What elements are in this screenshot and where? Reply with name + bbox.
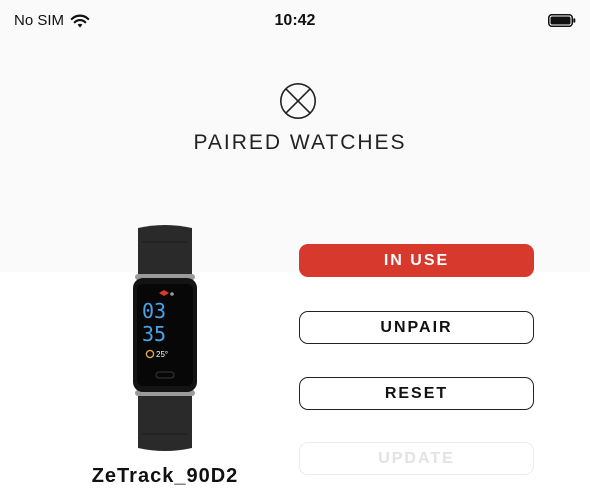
unpair-button[interactable]: UNPAIR bbox=[299, 311, 534, 344]
close-circle-icon[interactable] bbox=[279, 82, 317, 120]
update-button: UPDATE bbox=[299, 442, 534, 475]
status-time: 10:42 bbox=[274, 12, 316, 29]
in-use-button[interactable]: IN USE bbox=[299, 244, 534, 277]
watch-image: 03 35 25° bbox=[133, 225, 197, 451]
watch-temperature: 25° bbox=[156, 350, 168, 359]
device-name: ZeTrack_90D2 bbox=[91, 465, 239, 487]
status-bar: No SIM 10:42 bbox=[0, 0, 590, 44]
reset-button[interactable]: RESET bbox=[299, 377, 534, 410]
battery-icon bbox=[548, 14, 576, 27]
watch-hour: 03 bbox=[142, 299, 166, 323]
watch-minute: 35 bbox=[142, 322, 166, 346]
page-title: PAIRED WATCHES bbox=[193, 131, 407, 154]
